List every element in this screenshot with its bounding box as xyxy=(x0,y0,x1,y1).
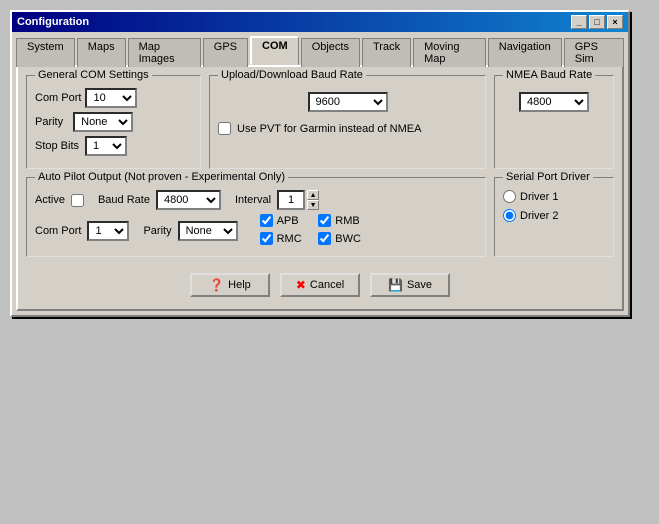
close-button[interactable]: × xyxy=(607,15,623,29)
help-button[interactable]: ❓ Help xyxy=(190,273,270,297)
rmb-checkbox[interactable] xyxy=(318,214,331,227)
auto-pilot-top-row: Active Baud Rate 4800 Interval ▲ ▼ xyxy=(35,190,477,210)
auto-pilot-bottom-row: Com Port 1 Parity None APB xyxy=(35,214,477,248)
title-bar-buttons: _ □ × xyxy=(571,15,623,29)
ap-parity-select[interactable]: None xyxy=(178,221,238,241)
parity-row: Parity None xyxy=(35,112,192,132)
tab-moving-map[interactable]: Moving Map xyxy=(413,38,486,67)
apb-checkbox[interactable] xyxy=(260,214,273,227)
bottom-row: Auto Pilot Output (Not proven - Experime… xyxy=(26,177,614,257)
rmb-row: RMB xyxy=(318,214,361,227)
tab-track[interactable]: Track xyxy=(362,38,411,67)
title-bar: Configuration _ □ × xyxy=(12,12,628,32)
ap-com-port-select[interactable]: 1 xyxy=(87,221,129,241)
tab-system[interactable]: System xyxy=(16,38,75,67)
interval-up-arrow[interactable]: ▲ xyxy=(307,190,319,200)
interval-spinners: ▲ ▼ xyxy=(307,190,319,210)
rmc-label: RMC xyxy=(277,233,302,245)
stop-bits-label: Stop Bits xyxy=(35,140,79,152)
top-row: General COM Settings Com Port 10 Parity … xyxy=(26,75,614,169)
stop-bits-row: Stop Bits 1 xyxy=(35,136,192,156)
interval-box: ▲ ▼ xyxy=(277,190,319,210)
upload-baud-select[interactable]: 9600 xyxy=(308,92,388,112)
serial-port-group: Serial Port Driver Driver 1 Driver 2 xyxy=(494,177,614,257)
driver2-radio[interactable] xyxy=(503,209,516,222)
save-label: Save xyxy=(407,279,432,291)
bwc-label: BWC xyxy=(335,233,361,245)
rmc-checkbox[interactable] xyxy=(260,232,273,245)
tab-navigation[interactable]: Navigation xyxy=(488,38,562,67)
ap-parity-label: Parity xyxy=(143,225,171,237)
general-com-label: General COM Settings xyxy=(35,69,152,81)
button-row: ❓ Help ✖ Cancel 💾 Save xyxy=(26,265,614,301)
tab-gps-sim[interactable]: GPS Sim xyxy=(564,38,624,67)
nmea-baud-label: NMEA Baud Rate xyxy=(503,69,595,81)
apb-label: APB xyxy=(277,215,299,227)
tab-gps[interactable]: GPS xyxy=(203,38,248,67)
apb-row: APB xyxy=(260,214,303,227)
stop-bits-select[interactable]: 1 xyxy=(85,136,127,156)
save-button[interactable]: 💾 Save xyxy=(370,273,450,297)
tab-maps[interactable]: Maps xyxy=(77,38,126,67)
active-checkbox[interactable] xyxy=(71,194,84,207)
tab-bar: System Maps Map Images GPS COM Objects T… xyxy=(12,32,628,65)
driver1-radio[interactable] xyxy=(503,190,516,203)
help-label: Help xyxy=(228,279,251,291)
cancel-icon: ✖ xyxy=(296,278,306,292)
pvt-row: Use PVT for Garmin instead of NMEA xyxy=(218,118,477,139)
tab-objects[interactable]: Objects xyxy=(301,38,360,67)
interval-input[interactable] xyxy=(277,190,305,210)
tab-map-images[interactable]: Map Images xyxy=(128,38,201,67)
rmb-label: RMB xyxy=(335,215,359,227)
pvt-checkbox[interactable] xyxy=(218,122,231,135)
driver1-row: Driver 1 xyxy=(503,190,605,203)
driver2-label: Driver 2 xyxy=(520,210,559,222)
upload-baud-label: Upload/Download Baud Rate xyxy=(218,69,366,81)
driver1-label: Driver 1 xyxy=(520,191,559,203)
pvt-label: Use PVT for Garmin instead of NMEA xyxy=(237,123,421,135)
nmea-baud-select[interactable]: 4800 xyxy=(519,92,589,112)
ap-checkboxes: APB RMB RMC BWC xyxy=(260,214,361,248)
nmea-baud-group: NMEA Baud Rate 4800 xyxy=(494,75,614,169)
cancel-label: Cancel xyxy=(310,279,344,291)
general-com-group: General COM Settings Com Port 10 Parity … xyxy=(26,75,201,169)
content-area: General COM Settings Com Port 10 Parity … xyxy=(16,65,624,311)
parity-select[interactable]: None xyxy=(73,112,133,132)
ap-com-port-label: Com Port xyxy=(35,225,81,237)
minimize-button[interactable]: _ xyxy=(571,15,587,29)
rmc-row: RMC xyxy=(260,232,303,245)
active-label: Active xyxy=(35,194,65,206)
parity-label: Parity xyxy=(35,116,63,128)
configuration-window: Configuration _ □ × System Maps Map Imag… xyxy=(10,10,630,317)
upload-baud-group: Upload/Download Baud Rate 9600 Use PVT f… xyxy=(209,75,486,169)
save-icon: 💾 xyxy=(388,278,403,292)
com-port-row: Com Port 10 xyxy=(35,88,192,108)
serial-port-label: Serial Port Driver xyxy=(503,171,593,183)
window-title: Configuration xyxy=(17,16,89,28)
help-icon: ❓ xyxy=(209,278,224,292)
maximize-button[interactable]: □ xyxy=(589,15,605,29)
com-port-select[interactable]: 10 xyxy=(85,88,137,108)
auto-pilot-group: Auto Pilot Output (Not proven - Experime… xyxy=(26,177,486,257)
interval-label: Interval xyxy=(235,194,271,206)
interval-down-arrow[interactable]: ▼ xyxy=(307,200,319,210)
auto-pilot-baud-select[interactable]: 4800 xyxy=(156,190,221,210)
auto-pilot-label: Auto Pilot Output (Not proven - Experime… xyxy=(35,171,288,183)
bwc-checkbox[interactable] xyxy=(318,232,331,245)
cancel-button[interactable]: ✖ Cancel xyxy=(280,273,360,297)
tab-com[interactable]: COM xyxy=(250,36,299,65)
baud-rate-label: Baud Rate xyxy=(98,194,150,206)
bwc-row: BWC xyxy=(318,232,361,245)
com-port-label: Com Port xyxy=(35,92,81,104)
driver2-row: Driver 2 xyxy=(503,209,605,222)
